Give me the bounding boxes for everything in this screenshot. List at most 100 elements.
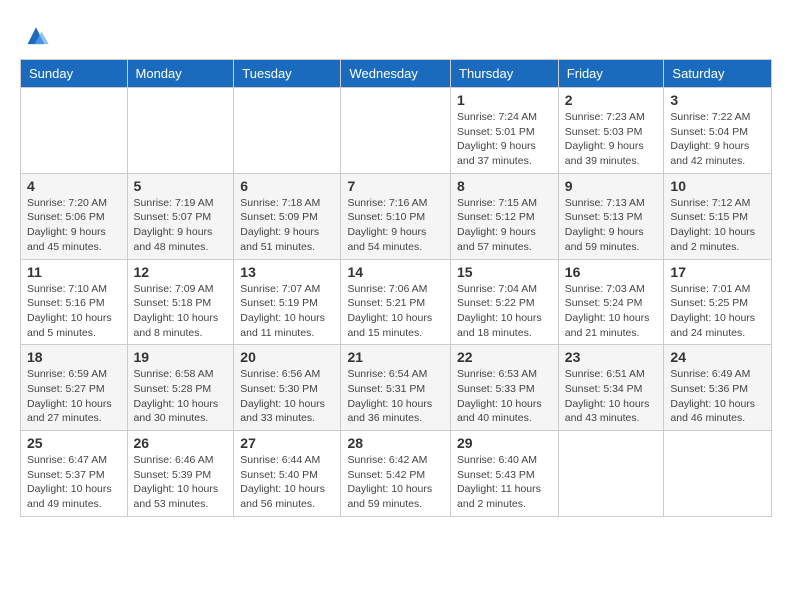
day-number: 15 bbox=[457, 264, 552, 280]
day-detail: Sunrise: 7:01 AMSunset: 5:25 PMDaylight:… bbox=[670, 282, 765, 341]
day-number: 17 bbox=[670, 264, 765, 280]
day-number: 25 bbox=[27, 435, 121, 451]
day-cell: 14 Sunrise: 7:06 AMSunset: 5:21 PMDayligh… bbox=[341, 259, 451, 345]
day-detail: Sunrise: 7:22 AMSunset: 5:04 PMDaylight:… bbox=[670, 110, 765, 169]
day-cell: 4 Sunrise: 7:20 AMSunset: 5:06 PMDaylight… bbox=[21, 173, 128, 259]
header bbox=[20, 20, 772, 49]
day-number: 12 bbox=[134, 264, 228, 280]
day-detail: Sunrise: 7:03 AMSunset: 5:24 PMDaylight:… bbox=[565, 282, 658, 341]
day-detail: Sunrise: 7:23 AMSunset: 5:03 PMDaylight:… bbox=[565, 110, 658, 169]
weekday-header-sunday: Sunday bbox=[21, 60, 128, 88]
day-cell: 29 Sunrise: 6:40 AMSunset: 5:43 PMDayligh… bbox=[451, 431, 559, 517]
week-row-5: 25Sunrise: 6:47 AMSunset: 5:37 PMDayligh… bbox=[21, 431, 772, 517]
day-cell: 18 Sunrise: 6:59 AMSunset: 5:27 PMDayligh… bbox=[21, 345, 128, 431]
day-number: 14 bbox=[347, 264, 444, 280]
day-cell: 5Sunrise: 7:19 AMSunset: 5:07 PMDaylight… bbox=[127, 173, 234, 259]
day-cell: 21Sunrise: 6:54 AMSunset: 5:31 PMDayligh… bbox=[341, 345, 451, 431]
day-detail: Sunrise: 6:40 AMSunset: 5:43 PMDaylight:… bbox=[457, 453, 552, 512]
day-cell: 28 Sunrise: 6:42 AMSunset: 5:42 PMDayligh… bbox=[341, 431, 451, 517]
day-detail: Sunrise: 7:04 AMSunset: 5:22 PMDaylight:… bbox=[457, 282, 552, 341]
day-number: 16 bbox=[565, 264, 658, 280]
day-detail: Sunrise: 6:51 AMSunset: 5:34 PMDaylight:… bbox=[565, 367, 658, 426]
day-cell bbox=[558, 431, 664, 517]
day-detail: Sunrise: 6:53 AMSunset: 5:33 PMDaylight:… bbox=[457, 367, 552, 426]
day-cell: 24 Sunrise: 6:49 AMSunset: 5:36 PMDayligh… bbox=[664, 345, 772, 431]
day-cell: 12 Sunrise: 7:09 AMSunset: 5:18 PMDayligh… bbox=[127, 259, 234, 345]
day-cell: 2 Sunrise: 7:23 AMSunset: 5:03 PMDaylight… bbox=[558, 88, 664, 174]
day-number: 29 bbox=[457, 435, 552, 451]
day-cell: 26Sunrise: 6:46 AMSunset: 5:39 PMDayligh… bbox=[127, 431, 234, 517]
logo-icon bbox=[22, 21, 50, 49]
day-number: 19 bbox=[134, 349, 228, 365]
day-cell: 3Sunrise: 7:22 AMSunset: 5:04 PMDaylight… bbox=[664, 88, 772, 174]
day-cell: 6 Sunrise: 7:18 AMSunset: 5:09 PMDaylight… bbox=[234, 173, 341, 259]
day-detail: Sunrise: 7:15 AMSunset: 5:12 PMDaylight:… bbox=[457, 196, 552, 255]
day-number: 9 bbox=[565, 178, 658, 194]
day-detail: Sunrise: 7:06 AMSunset: 5:21 PMDaylight:… bbox=[347, 282, 444, 341]
day-detail: Sunrise: 6:56 AMSunset: 5:30 PMDaylight:… bbox=[240, 367, 334, 426]
day-number: 13 bbox=[240, 264, 334, 280]
day-number: 10 bbox=[670, 178, 765, 194]
day-cell: 23 Sunrise: 6:51 AMSunset: 5:34 PMDayligh… bbox=[558, 345, 664, 431]
day-number: 2 bbox=[565, 92, 658, 108]
day-cell bbox=[234, 88, 341, 174]
day-cell: 22 Sunrise: 6:53 AMSunset: 5:33 PMDayligh… bbox=[451, 345, 559, 431]
week-row-1: 1 Sunrise: 7:24 AMSunset: 5:01 PMDaylight… bbox=[21, 88, 772, 174]
day-cell: 17 Sunrise: 7:01 AMSunset: 5:25 PMDayligh… bbox=[664, 259, 772, 345]
day-detail: Sunrise: 6:44 AMSunset: 5:40 PMDaylight:… bbox=[240, 453, 334, 512]
day-cell: 1 Sunrise: 7:24 AMSunset: 5:01 PMDaylight… bbox=[451, 88, 559, 174]
day-cell: 27 Sunrise: 6:44 AMSunset: 5:40 PMDayligh… bbox=[234, 431, 341, 517]
weekday-header-friday: Friday bbox=[558, 60, 664, 88]
day-cell: 19 Sunrise: 6:58 AMSunset: 5:28 PMDayligh… bbox=[127, 345, 234, 431]
day-cell: 10 Sunrise: 7:12 AMSunset: 5:15 PMDayligh… bbox=[664, 173, 772, 259]
day-cell: 13Sunrise: 7:07 AMSunset: 5:19 PMDayligh… bbox=[234, 259, 341, 345]
day-number: 22 bbox=[457, 349, 552, 365]
weekday-header-wednesday: Wednesday bbox=[341, 60, 451, 88]
day-number: 1 bbox=[457, 92, 552, 108]
day-cell: 15 Sunrise: 7:04 AMSunset: 5:22 PMDayligh… bbox=[451, 259, 559, 345]
day-number: 6 bbox=[240, 178, 334, 194]
day-number: 5 bbox=[134, 178, 228, 194]
day-detail: Sunrise: 7:12 AMSunset: 5:15 PMDaylight:… bbox=[670, 196, 765, 255]
day-cell bbox=[21, 88, 128, 174]
day-number: 11 bbox=[27, 264, 121, 280]
day-number: 26 bbox=[134, 435, 228, 451]
day-detail: Sunrise: 6:58 AMSunset: 5:28 PMDaylight:… bbox=[134, 367, 228, 426]
day-number: 8 bbox=[457, 178, 552, 194]
day-detail: Sunrise: 7:24 AMSunset: 5:01 PMDaylight:… bbox=[457, 110, 552, 169]
day-cell: 16 Sunrise: 7:03 AMSunset: 5:24 PMDayligh… bbox=[558, 259, 664, 345]
weekday-header-row: SundayMondayTuesdayWednesdayThursdayFrid… bbox=[21, 60, 772, 88]
day-detail: Sunrise: 7:10 AMSunset: 5:16 PMDaylight:… bbox=[27, 282, 121, 341]
day-number: 28 bbox=[347, 435, 444, 451]
day-cell bbox=[664, 431, 772, 517]
weekday-header-tuesday: Tuesday bbox=[234, 60, 341, 88]
day-cell bbox=[127, 88, 234, 174]
day-cell: 25Sunrise: 6:47 AMSunset: 5:37 PMDayligh… bbox=[21, 431, 128, 517]
day-detail: Sunrise: 6:59 AMSunset: 5:27 PMDaylight:… bbox=[27, 367, 121, 426]
day-number: 7 bbox=[347, 178, 444, 194]
day-detail: Sunrise: 7:20 AMSunset: 5:06 PMDaylight:… bbox=[27, 196, 121, 255]
calendar-table: SundayMondayTuesdayWednesdayThursdayFrid… bbox=[20, 59, 772, 517]
day-detail: Sunrise: 7:09 AMSunset: 5:18 PMDaylight:… bbox=[134, 282, 228, 341]
week-row-2: 4 Sunrise: 7:20 AMSunset: 5:06 PMDaylight… bbox=[21, 173, 772, 259]
day-cell: 8 Sunrise: 7:15 AMSunset: 5:12 PMDaylight… bbox=[451, 173, 559, 259]
day-number: 23 bbox=[565, 349, 658, 365]
day-cell: 9 Sunrise: 7:13 AMSunset: 5:13 PMDaylight… bbox=[558, 173, 664, 259]
day-number: 21 bbox=[347, 349, 444, 365]
day-number: 18 bbox=[27, 349, 121, 365]
weekday-header-saturday: Saturday bbox=[664, 60, 772, 88]
weekday-header-thursday: Thursday bbox=[451, 60, 559, 88]
day-detail: Sunrise: 7:13 AMSunset: 5:13 PMDaylight:… bbox=[565, 196, 658, 255]
day-number: 20 bbox=[240, 349, 334, 365]
week-row-4: 18 Sunrise: 6:59 AMSunset: 5:27 PMDayligh… bbox=[21, 345, 772, 431]
day-number: 27 bbox=[240, 435, 334, 451]
day-number: 4 bbox=[27, 178, 121, 194]
day-cell bbox=[341, 88, 451, 174]
day-number: 24 bbox=[670, 349, 765, 365]
weekday-header-monday: Monday bbox=[127, 60, 234, 88]
day-cell: 7Sunrise: 7:16 AMSunset: 5:10 PMDaylight… bbox=[341, 173, 451, 259]
day-detail: Sunrise: 7:18 AMSunset: 5:09 PMDaylight:… bbox=[240, 196, 334, 255]
day-detail: Sunrise: 6:42 AMSunset: 5:42 PMDaylight:… bbox=[347, 453, 444, 512]
day-detail: Sunrise: 6:49 AMSunset: 5:36 PMDaylight:… bbox=[670, 367, 765, 426]
day-cell: 11 Sunrise: 7:10 AMSunset: 5:16 PMDayligh… bbox=[21, 259, 128, 345]
